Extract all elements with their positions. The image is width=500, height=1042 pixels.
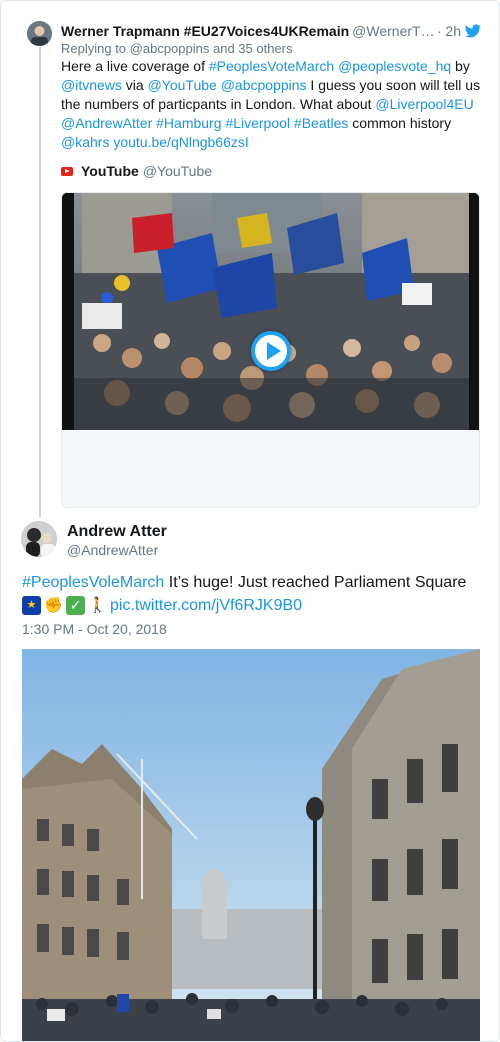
check-mark-emoji [66, 596, 85, 615]
tweet-text-body: It’s huge! Just reached Parliament Squar… [164, 574, 467, 591]
text-segment: Here a live coverage of [61, 58, 209, 74]
tweet-photo[interactable] [22, 649, 480, 1041]
text-segment: by [451, 58, 470, 74]
text-segment: common history [348, 115, 452, 131]
hashtag-link[interactable]: #Beatles [294, 115, 348, 131]
replying-prefix: Replying to [61, 41, 127, 56]
replying-handle[interactable]: @abcpoppins [130, 41, 210, 56]
quoted-source-row[interactable]: YouTube @YouTube [61, 162, 212, 180]
hashtag-link[interactable]: #PeoplesVoteMarch [209, 58, 334, 74]
eu-flag-emoji [22, 596, 41, 615]
thread-connector-line [39, 47, 41, 517]
parent-tweet-time[interactable]: · 2h [437, 21, 461, 41]
mention-link[interactable]: @AndrewAtter [61, 115, 152, 131]
parent-author-avatar[interactable] [27, 21, 52, 46]
tweet-timestamp[interactable]: 1:30 PM - Oct 20, 2018 [22, 620, 167, 638]
hashtag-link[interactable]: #PeoplesVoleMarch [22, 574, 164, 591]
url-link[interactable]: youtu.be/qNlngb66zsI [113, 134, 248, 150]
video-thumbnail[interactable] [62, 193, 479, 430]
walking-person-emoji: 🚶 [88, 597, 107, 614]
parent-author-name[interactable]: Werner Trapmann #EU27Voices4UKRemain [61, 23, 349, 39]
video-card[interactable] [61, 192, 480, 508]
hashtag-link[interactable]: #Hamburg [156, 115, 221, 131]
twitter-bird-icon[interactable] [465, 23, 481, 39]
mention-link[interactable]: @itvnews [61, 77, 122, 93]
quoted-source-name[interactable]: YouTube [81, 162, 139, 180]
raised-fist-emoji: ✊ [44, 597, 63, 614]
quoted-source-handle[interactable]: @YouTube [143, 162, 212, 180]
parent-tweet-header: Werner Trapmann #EU27Voices4UKRemain @Wer… [61, 21, 481, 41]
pic-link[interactable]: pic.twitter.com/jVf6RJK9B0 [110, 595, 302, 616]
author-name[interactable]: Andrew Atter [67, 522, 167, 542]
author-handle[interactable]: @AndrewAtter [67, 541, 158, 559]
replying-to-line: Replying to @abcpoppins and 35 others [61, 40, 293, 58]
tweet-text: #PeoplesVoleMarch It’s huge! Just reache… [22, 572, 482, 616]
youtube-icon [61, 166, 73, 176]
author-avatar[interactable] [21, 521, 57, 557]
video-play-button[interactable] [251, 331, 291, 371]
replying-suffix[interactable]: and 35 others [213, 41, 293, 56]
parent-tweet-text: Here a live coverage of #PeoplesVoteMarc… [61, 57, 481, 152]
hashtag-link[interactable]: #Liverpool [225, 115, 290, 131]
mention-link[interactable]: @abcpoppins [221, 77, 307, 93]
parent-author-handle[interactable]: @WernerT… [352, 23, 434, 39]
tweet-embed: Werner Trapmann #EU27Voices4UKRemain @Wer… [0, 0, 500, 1042]
text-segment: via [121, 77, 148, 93]
mention-link[interactable]: @YouTube [148, 77, 217, 93]
mention-link[interactable]: @kahrs [61, 134, 109, 150]
mention-link[interactable]: @peoplesvote_hq [338, 58, 451, 74]
mention-link[interactable]: @Liverpool4EU [375, 96, 473, 112]
